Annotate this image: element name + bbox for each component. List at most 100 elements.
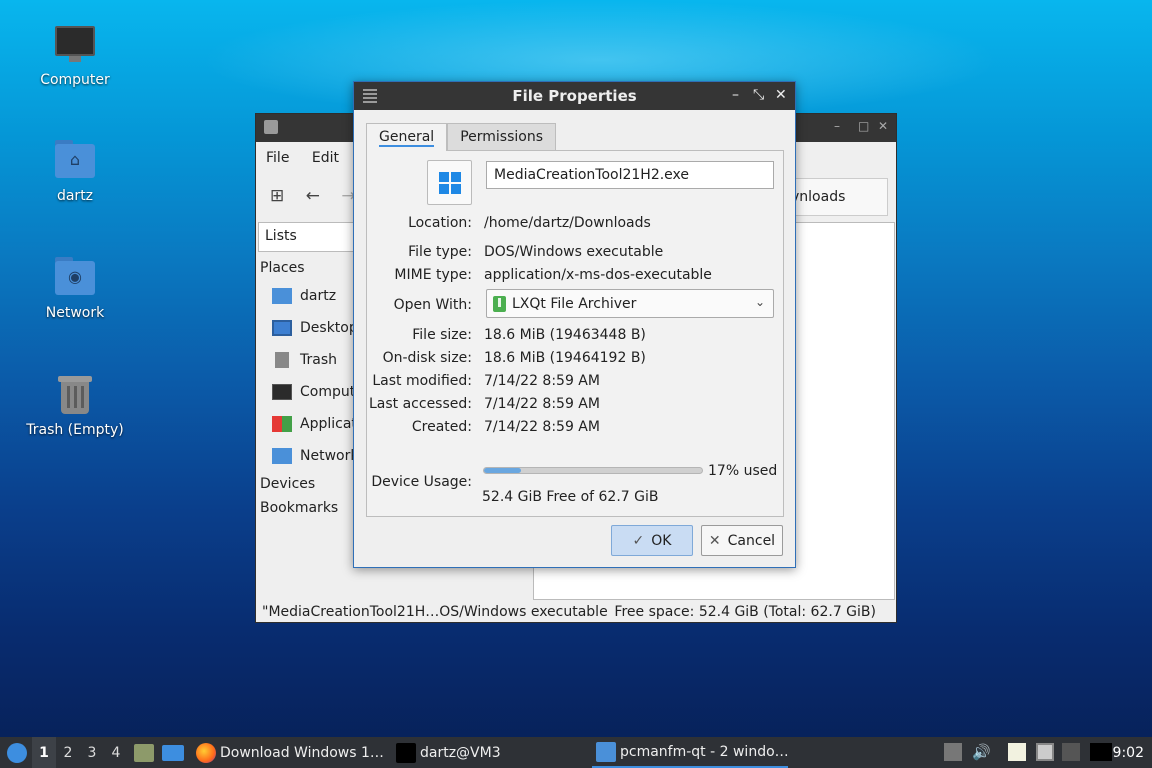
place-item[interactable]: dartz xyxy=(258,280,358,312)
place-item[interactable]: Applications xyxy=(258,408,358,440)
device-usage-percent: 17% used xyxy=(708,463,778,479)
device-usage-bar xyxy=(483,467,703,474)
firefox-icon xyxy=(196,742,216,763)
last-accessed-label: Last accessed: xyxy=(368,396,472,412)
trash-icon xyxy=(53,372,97,416)
bookmarks-header[interactable]: Bookmarks xyxy=(258,496,358,520)
ok-button[interactable]: ✓ OK xyxy=(611,525,693,556)
maximize-icon[interactable]: □ xyxy=(858,119,869,133)
quicklaunch-desktop[interactable] xyxy=(162,737,184,768)
home-folder-icon xyxy=(272,288,292,304)
desktop-icon-label: dartz xyxy=(56,188,94,204)
network-status-icon[interactable] xyxy=(1036,743,1054,761)
file-icon-button[interactable] xyxy=(427,160,472,205)
network-folder-icon: ◉ xyxy=(53,255,97,299)
last-modified-label: Last modified: xyxy=(372,373,472,389)
notification-icon[interactable] xyxy=(1062,743,1080,761)
close-icon[interactable]: ✕ xyxy=(878,119,888,133)
task-firefox[interactable]: Download Windows 1… xyxy=(192,737,384,768)
lxqt-logo-icon xyxy=(7,742,27,763)
open-with-label: Open With: xyxy=(393,297,472,313)
updates-icon[interactable] xyxy=(944,743,962,761)
folder-icon xyxy=(596,741,616,762)
side-pane-mode-select[interactable]: Lists xyxy=(258,222,358,252)
check-icon: ✓ xyxy=(632,532,645,549)
task-terminal[interactable]: dartz@VM3 xyxy=(392,737,584,768)
clipboard-icon[interactable] xyxy=(1008,743,1026,761)
windows-logo-icon xyxy=(439,172,461,194)
file-type-label: File type: xyxy=(408,244,472,260)
trash-icon xyxy=(275,352,289,368)
minimize-icon[interactable]: – xyxy=(834,119,840,133)
place-item[interactable]: Network xyxy=(258,440,358,472)
side-pane: Places dartz Desktop Trash Computer Appl… xyxy=(258,256,358,520)
start-menu-button[interactable] xyxy=(4,737,30,768)
cancel-button[interactable]: ✕ Cancel xyxy=(701,525,783,556)
desktop-icon xyxy=(272,320,292,336)
file-properties-dialog: File Properties – ⤡ ✕ General Permission… xyxy=(353,81,796,568)
desktop-icon-network[interactable]: ◉ Network xyxy=(10,255,140,321)
file-size-label: File size: xyxy=(412,327,472,343)
file-type-value: DOS/Windows executable xyxy=(484,244,664,260)
maximize-icon[interactable]: ⤡ xyxy=(753,87,764,103)
desktop-icon-computer[interactable]: Computer xyxy=(10,22,140,88)
device-usage-label: Device Usage: xyxy=(371,474,472,490)
terminal-icon xyxy=(396,742,416,763)
menu-file[interactable]: File xyxy=(266,150,289,166)
applications-icon xyxy=(272,416,292,432)
status-free-space: Free space: 52.4 GiB (Total: 62.7 GiB) xyxy=(614,604,876,620)
disk-size-label: On-disk size: xyxy=(382,350,472,366)
created-value: 7/14/22 8:59 AM xyxy=(484,419,600,435)
place-item[interactable]: Computer xyxy=(258,376,358,408)
desktop-switch-1[interactable]: 1 xyxy=(32,737,56,768)
places-header[interactable]: Places xyxy=(258,256,358,280)
tab-downloads[interactable]: vnloads xyxy=(782,178,888,216)
open-with-select[interactable]: LXQt File Archiver ⌄ xyxy=(486,289,774,318)
general-panel: MediaCreationTool21H2.exe Location: /hom… xyxy=(366,150,784,517)
minimize-icon[interactable]: – xyxy=(732,87,739,103)
location-value: /home/dartz/Downloads xyxy=(484,215,651,231)
home-folder-icon: ⌂ xyxy=(53,138,97,182)
show-desktop-icon xyxy=(162,744,184,761)
clock[interactable]: 9:02 xyxy=(1113,737,1144,768)
desktop-icon-label: Trash (Empty) xyxy=(26,422,124,438)
created-label: Created: xyxy=(411,419,472,435)
place-item[interactable]: Desktop xyxy=(258,312,358,344)
task-pcmanfm[interactable]: pcmanfm-qt - 2 windo… xyxy=(592,737,789,768)
back-arrow-icon[interactable]: ← xyxy=(306,186,320,206)
chevron-down-icon: ⌄ xyxy=(754,295,765,309)
volume-icon[interactable]: 🔊 xyxy=(972,743,991,761)
menu-bar: File Edit xyxy=(266,150,357,166)
new-window-icon[interactable]: ⊞ xyxy=(270,186,284,206)
place-item[interactable]: Trash xyxy=(258,344,358,376)
file-manager-icon xyxy=(134,743,154,762)
desktop-icon-home[interactable]: ⌂ dartz xyxy=(10,138,140,204)
dialog-title: File Properties xyxy=(512,87,637,105)
desktop-icon-label: Network xyxy=(45,305,105,321)
dialog-titlebar[interactable]: File Properties – ⤡ ✕ xyxy=(354,82,795,110)
menu-edit[interactable]: Edit xyxy=(312,150,339,166)
disk-size-value: 18.6 MiB (19464192 B) xyxy=(484,350,646,366)
archiver-icon xyxy=(493,295,506,312)
status-selection: "MediaCreationTool21H…OS/Windows executa… xyxy=(262,604,608,620)
quicklaunch-files[interactable] xyxy=(134,737,154,768)
desktop-switch-2[interactable]: 2 xyxy=(56,737,80,768)
tab-permissions[interactable]: Permissions xyxy=(447,123,556,151)
desktop-switch-4[interactable]: 4 xyxy=(104,737,128,768)
computer-icon xyxy=(53,22,97,66)
tab-general[interactable]: General xyxy=(366,123,448,151)
file-name-input[interactable]: MediaCreationTool21H2.exe xyxy=(486,161,774,189)
file-size-value: 18.6 MiB (19463448 B) xyxy=(484,327,646,343)
open-with-value: LXQt File Archiver xyxy=(512,295,637,312)
close-icon: ✕ xyxy=(708,532,721,549)
desktop-switch-3[interactable]: 3 xyxy=(80,737,104,768)
device-free-value: 52.4 GiB Free of 62.7 GiB xyxy=(482,489,659,505)
mime-type-label: MIME type: xyxy=(394,267,472,283)
close-icon[interactable]: ✕ xyxy=(775,87,787,103)
devices-header[interactable]: Devices xyxy=(258,472,358,496)
status-bar: "MediaCreationTool21H…OS/Windows executa… xyxy=(256,602,896,622)
computer-icon xyxy=(272,384,292,400)
taskbar: 1 2 3 4 Download Windows 1… dartz@VM3 pc… xyxy=(0,737,1152,768)
terminal-tray-icon[interactable] xyxy=(1090,743,1112,761)
desktop-icon-trash[interactable]: Trash (Empty) xyxy=(10,372,140,438)
